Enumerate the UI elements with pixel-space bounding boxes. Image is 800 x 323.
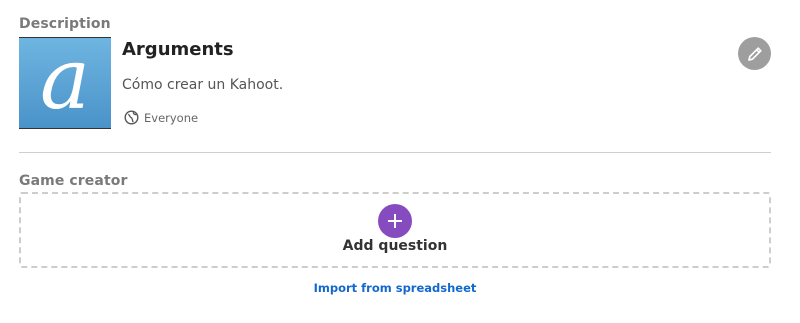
- section-divider: [19, 152, 771, 153]
- plus-icon: [388, 214, 402, 228]
- pencil-icon: [747, 46, 762, 61]
- visibility-label: Everyone: [144, 110, 199, 125]
- kahoot-description: Cómo crear un Kahoot.: [122, 77, 284, 93]
- cover-image[interactable]: a: [19, 37, 111, 129]
- add-question-button[interactable]: [378, 204, 412, 238]
- visibility-indicator: Everyone: [124, 110, 198, 125]
- game-creator-section-title: Game creator: [19, 173, 128, 189]
- kahoot-editor-summary: Description a Arguments Cómo crear un Ka…: [0, 0, 800, 323]
- cover-letter-graphic: a: [40, 38, 90, 128]
- globe-icon: [124, 110, 139, 125]
- description-section-title: Description: [19, 16, 111, 32]
- import-from-spreadsheet-link[interactable]: Import from spreadsheet: [0, 281, 790, 295]
- kahoot-title: Arguments: [122, 39, 234, 60]
- edit-button[interactable]: [738, 37, 771, 70]
- cover-letter: a: [40, 38, 90, 128]
- add-question-label[interactable]: Add question: [0, 238, 790, 254]
